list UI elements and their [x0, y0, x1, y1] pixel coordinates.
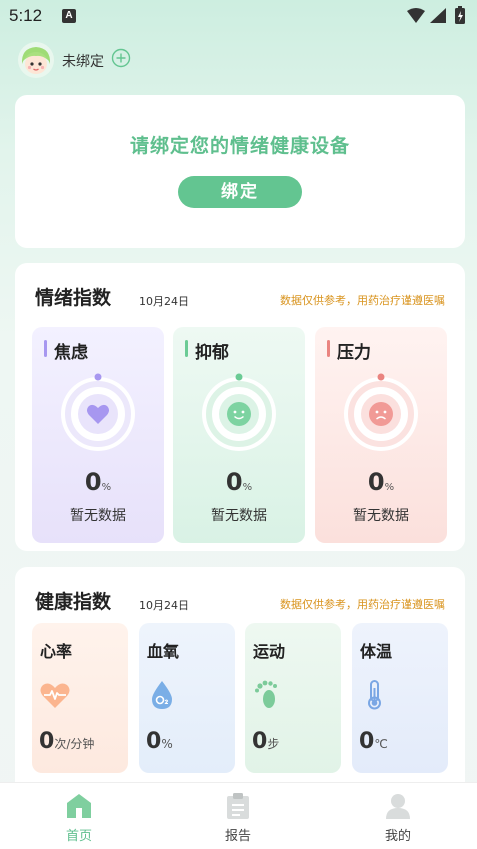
accent-bar [327, 340, 330, 357]
mood-value: 0% [32, 468, 164, 496]
value-unit: 次/分钟 [54, 737, 95, 751]
metric-card-heart-rate[interactable]: 心率 0次/分钟 [32, 623, 128, 773]
wifi-icon [407, 8, 425, 23]
metric-name: 心率 [40, 642, 73, 661]
mood-name: 抑郁 [195, 343, 229, 363]
tab-label: 首页 [65, 829, 92, 844]
value-unit: % [161, 737, 173, 751]
value-unit: 步 [267, 737, 280, 751]
metric-card-blood-oxygen[interactable]: 血氧 0% [139, 623, 235, 773]
metric-value: 0步 [252, 729, 279, 754]
bind-button[interactable]: 绑定 [178, 176, 302, 208]
report-icon [227, 793, 249, 819]
accent-bar [44, 340, 47, 357]
value-number: 0 [39, 729, 55, 754]
metric-card-exercise[interactable]: 运动 0步 [245, 623, 341, 773]
value-number: 0 [84, 468, 102, 496]
value-unit: % [242, 482, 253, 493]
tab-profile[interactable]: 我的 [348, 783, 448, 849]
thermometer-icon [368, 680, 381, 710]
accent-bar [185, 340, 188, 357]
metric-name: 血氧 [147, 642, 180, 661]
metric-value: 0% [146, 729, 173, 754]
status-bar: 5:12 A [0, 0, 477, 32]
add-device-icon[interactable] [111, 48, 131, 68]
bottom-tab-bar: 首页 报告 我的 [0, 782, 477, 849]
mood-name: 压力 [337, 343, 371, 363]
metric-card-temperature[interactable]: 体温 0℃ [352, 623, 448, 773]
value-number: 0 [359, 729, 375, 754]
heart-icon [61, 373, 135, 451]
mood-value: 0% [173, 468, 305, 496]
home-icon [67, 794, 91, 818]
emotion-index-card: 情绪指数 10月24日 数据仅供参考，用药治疗谨遵医嘱 焦虑 0% 暂无数据 抑… [15, 263, 465, 551]
value-unit: ℃ [374, 737, 388, 751]
mood-card-stress[interactable]: 压力 0% 暂无数据 [315, 327, 447, 543]
section-title: 健康指数 [35, 591, 112, 613]
mood-name: 焦虑 [54, 343, 88, 363]
tab-label: 我的 [384, 829, 411, 844]
section-date: 10月24日 [139, 295, 189, 308]
battery-icon [455, 6, 465, 24]
avatar[interactable] [18, 42, 54, 78]
metric-value: 0℃ [359, 729, 388, 754]
value-unit: % [384, 482, 395, 493]
metric-value: 0次/分钟 [39, 729, 94, 754]
header: 未绑定 [18, 42, 218, 78]
tab-report[interactable]: 报告 [188, 783, 288, 849]
mood-value: 0% [315, 468, 447, 496]
profile-icon [386, 794, 410, 819]
disclaimer-note: 数据仅供参考，用药治疗谨遵医嘱 [280, 294, 445, 307]
footprint-icon [255, 680, 277, 708]
no-data-label: 暂无数据 [70, 508, 126, 524]
no-data-label: 暂无数据 [353, 508, 409, 524]
metric-name: 体温 [360, 642, 393, 661]
no-data-label: 暂无数据 [211, 508, 267, 524]
status-icons [406, 6, 468, 30]
tab-label: 报告 [224, 829, 251, 844]
mood-card-depression[interactable]: 抑郁 0% 暂无数据 [173, 327, 305, 543]
signal-icon [430, 8, 446, 23]
value-number: 0 [146, 729, 162, 754]
oxygen-drop-icon [152, 681, 172, 709]
smile-icon [202, 373, 276, 451]
value-number: 0 [225, 468, 243, 496]
metric-name: 运动 [253, 642, 286, 661]
bind-prompt: 请绑定您的情绪健康设备 [129, 135, 350, 157]
section-title: 情绪指数 [35, 287, 112, 309]
disclaimer-note: 数据仅供参考，用药治疗谨遵医嘱 [280, 598, 445, 611]
frown-icon [344, 373, 418, 451]
value-number: 0 [367, 468, 385, 496]
health-index-card: 健康指数 10月24日 数据仅供参考，用药治疗谨遵医嘱 心率 0次/分钟 血氧 … [15, 567, 465, 797]
bind-status-label: 未绑定 [62, 54, 104, 70]
section-date: 10月24日 [139, 599, 189, 612]
value-unit: % [101, 482, 112, 493]
mood-card-anxiety[interactable]: 焦虑 0% 暂无数据 [32, 327, 164, 543]
notification-icon: A [62, 9, 76, 23]
heart-rate-icon [40, 683, 70, 708]
bind-device-card: 请绑定您的情绪健康设备 绑定 [15, 95, 465, 248]
value-number: 0 [252, 729, 268, 754]
status-time: 5:12 [9, 6, 43, 25]
tab-home[interactable]: 首页 [29, 783, 129, 849]
